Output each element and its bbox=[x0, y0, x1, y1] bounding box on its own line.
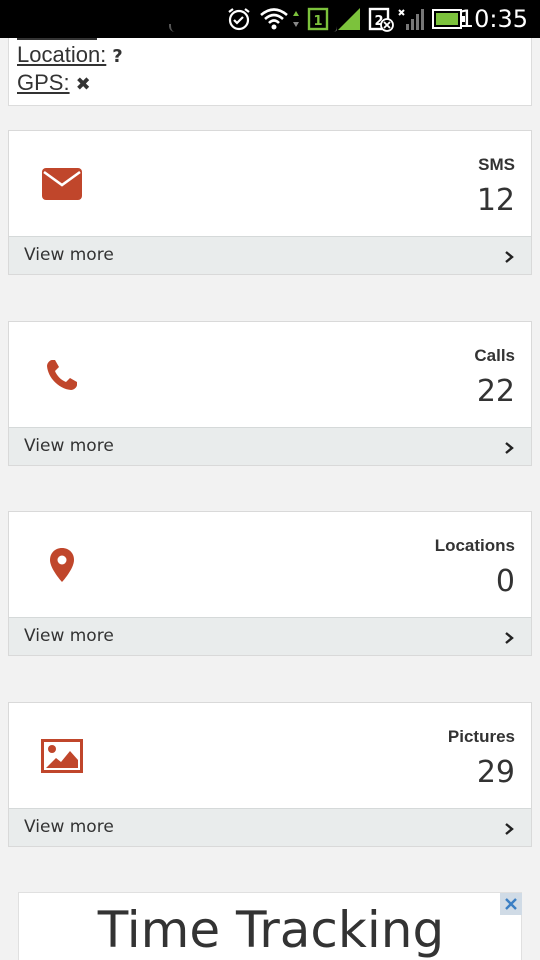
chevron-right-icon bbox=[505, 632, 514, 644]
chevron-right-icon bbox=[505, 442, 514, 454]
view-more-sms[interactable]: View more bbox=[9, 236, 531, 274]
card-title: Pictures bbox=[447, 727, 515, 746]
status-time: 10:35 bbox=[458, 5, 528, 33]
ad-text: Time Tracking bbox=[97, 901, 445, 959]
view-more-label: View more bbox=[24, 436, 114, 456]
card-count: 0 bbox=[495, 564, 515, 599]
device-info-panel: Location:? GPS: ✖ bbox=[8, 24, 532, 106]
view-more-calls[interactable]: View more bbox=[9, 427, 531, 465]
close-icon[interactable] bbox=[500, 893, 522, 915]
sms-card: SMS 12 View more bbox=[8, 130, 532, 275]
cut-off-info-line bbox=[17, 24, 337, 42]
card-title: Calls bbox=[474, 346, 515, 365]
location-row: Location:? bbox=[17, 42, 123, 70]
chevron-right-icon bbox=[505, 251, 514, 263]
chevron-right-icon bbox=[505, 823, 514, 835]
map-pin-icon bbox=[39, 542, 85, 588]
gps-label: GPS: bbox=[17, 70, 70, 95]
pictures-card: Pictures 29 View more bbox=[8, 702, 532, 847]
view-more-pictures[interactable]: View more bbox=[9, 808, 531, 846]
card-count: 29 bbox=[476, 755, 515, 790]
location-label: Location: bbox=[17, 42, 107, 67]
location-value: ? bbox=[112, 46, 123, 67]
card-count: 12 bbox=[476, 183, 515, 218]
phone-icon bbox=[39, 352, 85, 398]
view-more-locations[interactable]: View more bbox=[9, 617, 531, 655]
locations-card: Locations 0 View more bbox=[8, 511, 532, 656]
picture-icon bbox=[39, 733, 85, 779]
signal-icon bbox=[338, 8, 360, 30]
gps-row: GPS: ✖ bbox=[17, 70, 91, 98]
envelope-icon bbox=[39, 161, 85, 207]
gps-value: ✖ bbox=[75, 74, 91, 95]
calls-card: Calls 22 View more bbox=[8, 321, 532, 466]
card-count: 22 bbox=[476, 374, 515, 409]
sim2-no-signal-icon: 2 bbox=[368, 7, 424, 32]
card-title: SMS bbox=[478, 155, 515, 174]
view-more-label: View more bbox=[24, 626, 114, 646]
view-more-label: View more bbox=[24, 817, 114, 837]
card-title: Locations bbox=[434, 536, 515, 555]
ad-banner[interactable]: Time Tracking bbox=[18, 892, 522, 960]
view-more-label: View more bbox=[24, 245, 114, 265]
